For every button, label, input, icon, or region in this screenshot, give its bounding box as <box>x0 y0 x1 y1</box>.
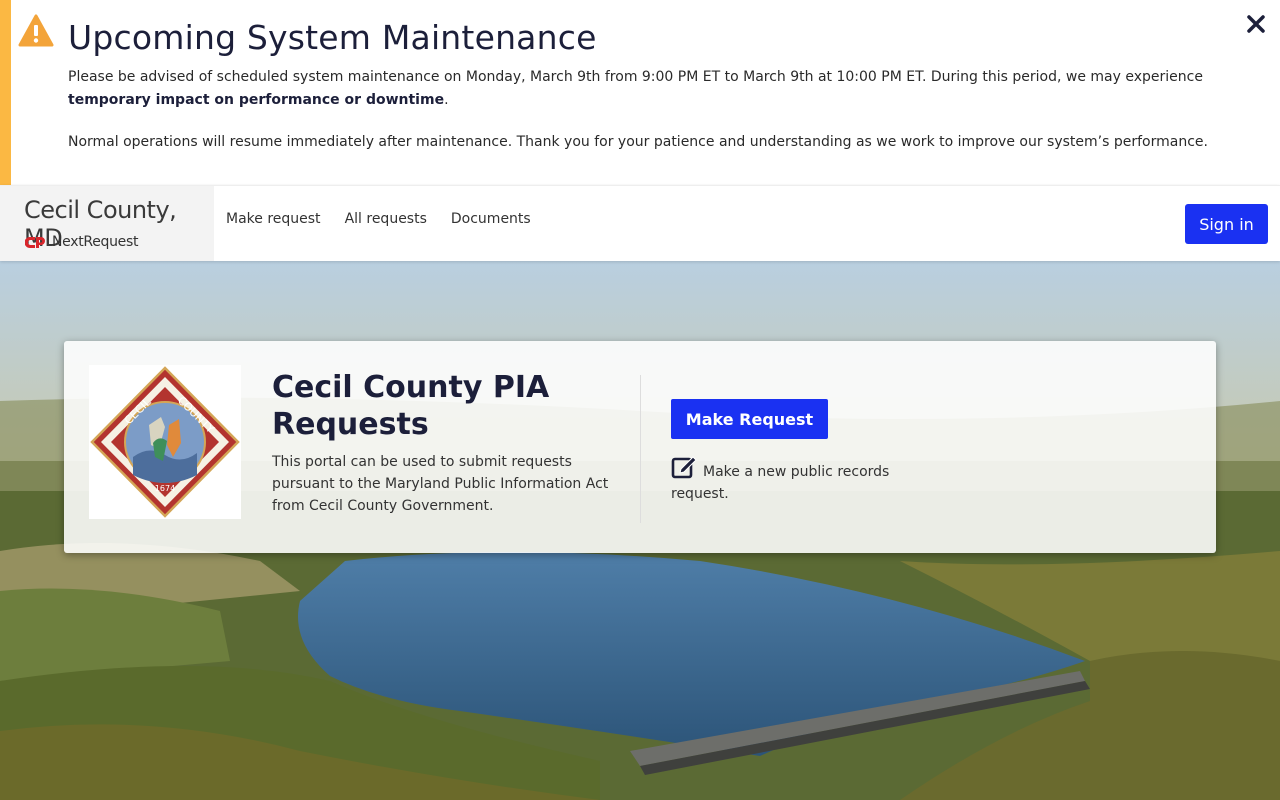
banner-text: Please be advised of scheduled system ma… <box>68 69 1203 85</box>
portal-intro-card: 1674 CECIL COUNTY Cecil County PIA Reque… <box>64 341 1216 553</box>
make-request-button[interactable]: Make Request <box>671 399 828 439</box>
nav-documents[interactable]: Documents <box>451 211 531 227</box>
warning-icon <box>18 14 54 47</box>
page-title: Cecil County PIA Requests <box>272 370 550 442</box>
banner-paragraph-1: Please be advised of scheduled system ma… <box>68 66 1258 112</box>
county-seal-icon: 1674 CECIL COUNTY <box>90 366 240 518</box>
nextrequest-icon <box>25 236 45 248</box>
banner-text-end: . <box>444 92 449 108</box>
banner-emphasis: temporary impact on performance or downt… <box>68 92 445 108</box>
nav-links: Make request All requests Documents <box>226 211 531 227</box>
nav-all-requests[interactable]: All requests <box>345 211 427 227</box>
brand-block[interactable]: Cecil County, MD NextRequest <box>0 186 214 261</box>
portal-description: This portal can be used to submit reques… <box>272 454 609 514</box>
make-request-note-text: Make a new public records request. <box>671 464 890 502</box>
nextrequest-logo: NextRequest <box>25 234 138 250</box>
brand-sub-label: NextRequest <box>52 234 139 250</box>
top-navbar: Cecil County, MD NextRequest Make reques… <box>0 185 1280 261</box>
banner-accent-stripe <box>0 0 11 185</box>
card-divider <box>640 375 641 523</box>
edit-icon <box>671 456 697 479</box>
banner-message: Please be advised of scheduled system ma… <box>68 66 1258 173</box>
sign-in-button[interactable]: Sign in <box>1185 204 1268 244</box>
nav-make-request[interactable]: Make request <box>226 211 321 227</box>
county-seal-logo: 1674 CECIL COUNTY <box>89 365 241 519</box>
make-request-note: Make a new public records request. <box>671 455 911 505</box>
hero-section: 1674 CECIL COUNTY Cecil County PIA Reque… <box>0 261 1280 800</box>
seal-year: 1674 <box>155 484 175 493</box>
close-icon[interactable] <box>1244 12 1268 36</box>
banner-paragraph-2: Normal operations will resume immediatel… <box>68 134 1208 150</box>
maintenance-banner: Upcoming System Maintenance Please be ad… <box>0 0 1280 185</box>
banner-title: Upcoming System Maintenance <box>68 18 597 57</box>
